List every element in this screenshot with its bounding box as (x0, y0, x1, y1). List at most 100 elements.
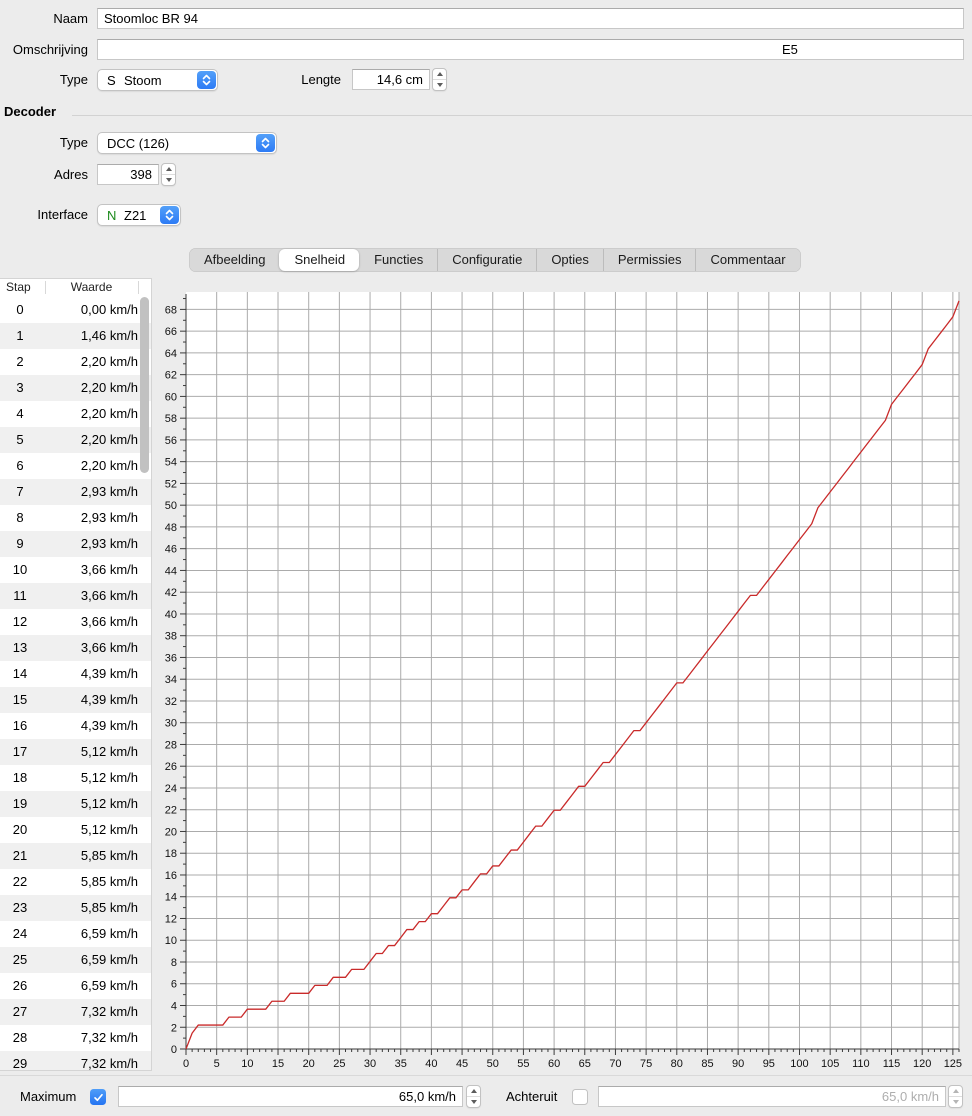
stepper-down-icon[interactable] (467, 1096, 480, 1107)
lengte-field[interactable]: 14,6 cm (352, 69, 430, 90)
interface-dropdown[interactable]: N Z21 (97, 204, 181, 226)
cell-stap: 20 (0, 817, 40, 843)
header-divider (138, 281, 139, 294)
cell-waarde: 5,85 km/h (40, 843, 138, 869)
table-row[interactable]: 82,93 km/h (0, 505, 151, 531)
table-row[interactable]: 72,93 km/h (0, 479, 151, 505)
table-row[interactable]: 277,32 km/h (0, 999, 151, 1025)
svg-text:46: 46 (165, 544, 177, 556)
table-row[interactable]: 11,46 km/h (0, 323, 151, 349)
tab-snelheid[interactable]: Snelheid (279, 249, 359, 271)
table-row[interactable]: 195,12 km/h (0, 791, 151, 817)
table-row[interactable]: 00,00 km/h (0, 297, 151, 323)
stepper-down-icon[interactable] (433, 79, 446, 90)
dropdown-chevrons-icon (256, 134, 275, 152)
naam-field[interactable]: Stoomloc BR 94 (97, 8, 964, 29)
table-row[interactable]: 175,12 km/h (0, 739, 151, 765)
svg-text:110: 110 (852, 1058, 870, 1070)
type-dropdown[interactable]: S Stoom (97, 69, 218, 91)
stepper-down-icon[interactable] (162, 174, 175, 185)
cell-waarde: 1,46 km/h (40, 323, 138, 349)
tab-afbeelding[interactable]: Afbeelding (190, 249, 279, 271)
table-row[interactable]: 215,85 km/h (0, 843, 151, 869)
tab-configuratie[interactable]: Configuratie (437, 249, 536, 271)
cell-waarde: 3,66 km/h (40, 583, 138, 609)
table-row[interactable]: 297,32 km/h (0, 1051, 151, 1071)
cell-stap: 12 (0, 609, 40, 635)
cell-stap: 7 (0, 479, 40, 505)
stepper-up-icon[interactable] (467, 1086, 480, 1096)
table-row[interactable]: 266,59 km/h (0, 973, 151, 999)
svg-text:26: 26 (165, 761, 177, 773)
column-header-waarde[interactable]: Waarde (45, 280, 138, 294)
stepper-up-icon[interactable] (162, 164, 175, 174)
table-scrollbar-thumb[interactable] (140, 297, 149, 473)
svg-text:12: 12 (165, 913, 177, 925)
adres-stepper[interactable] (161, 163, 176, 186)
table-row[interactable]: 62,20 km/h (0, 453, 151, 479)
cell-waarde: 5,12 km/h (40, 817, 138, 843)
cell-stap: 2 (0, 349, 40, 375)
stepper-down-icon[interactable] (949, 1096, 962, 1107)
type-label: Type (0, 69, 88, 91)
maximum-speed-stepper[interactable] (466, 1085, 481, 1108)
table-row[interactable]: 123,66 km/h (0, 609, 151, 635)
tab-commentaar[interactable]: Commentaar (695, 249, 799, 271)
chart-svg: 0510152025303540455055606570758085909510… (156, 284, 972, 1076)
table-row[interactable]: 185,12 km/h (0, 765, 151, 791)
table-row[interactable]: 113,66 km/h (0, 583, 151, 609)
cell-waarde: 3,66 km/h (40, 557, 138, 583)
cell-stap: 22 (0, 869, 40, 895)
svg-text:105: 105 (821, 1058, 839, 1070)
table-row[interactable]: 154,39 km/h (0, 687, 151, 713)
lengte-stepper[interactable] (432, 68, 447, 91)
decoder-section-divider (72, 115, 972, 116)
table-row[interactable]: 256,59 km/h (0, 947, 151, 973)
table-row[interactable]: 42,20 km/h (0, 401, 151, 427)
decoder-type-value: DCC (126) (107, 136, 169, 151)
table-row[interactable]: 32,20 km/h (0, 375, 151, 401)
table-row[interactable]: 246,59 km/h (0, 921, 151, 947)
table-row[interactable]: 144,39 km/h (0, 661, 151, 687)
cell-stap: 27 (0, 999, 40, 1025)
column-header-stap[interactable]: Stap (6, 280, 31, 294)
achteruit-speed-field[interactable]: 65,0 km/h (598, 1086, 946, 1107)
speed-curve-chart[interactable]: 0510152025303540455055606570758085909510… (156, 284, 972, 1076)
cell-waarde: 3,66 km/h (40, 609, 138, 635)
cell-waarde: 2,93 km/h (40, 531, 138, 557)
table-row[interactable]: 52,20 km/h (0, 427, 151, 453)
tab-opties[interactable]: Opties (536, 249, 603, 271)
stepper-up-icon[interactable] (433, 69, 446, 79)
tab-permissies[interactable]: Permissies (603, 249, 696, 271)
svg-text:10: 10 (165, 935, 177, 947)
type-code: S (107, 73, 124, 88)
cell-stap: 25 (0, 947, 40, 973)
naam-label: Naam (0, 8, 88, 30)
svg-text:64: 64 (165, 348, 177, 360)
svg-text:34: 34 (165, 674, 177, 686)
table-row[interactable]: 92,93 km/h (0, 531, 151, 557)
achteruit-speed-stepper[interactable] (948, 1085, 963, 1108)
tab-functies[interactable]: Functies (359, 249, 437, 271)
omschrijving-field[interactable]: E5 (97, 39, 964, 60)
table-row[interactable]: 22,20 km/h (0, 349, 151, 375)
cell-stap: 11 (0, 583, 40, 609)
maximum-checkbox[interactable] (90, 1089, 106, 1105)
adres-field[interactable]: 398 (97, 164, 159, 185)
table-row[interactable]: 205,12 km/h (0, 817, 151, 843)
maximum-speed-field[interactable]: 65,0 km/h (118, 1086, 463, 1107)
cell-waarde: 2,20 km/h (40, 375, 138, 401)
stepper-up-icon[interactable] (949, 1086, 962, 1096)
table-row[interactable]: 133,66 km/h (0, 635, 151, 661)
cell-stap: 24 (0, 921, 40, 947)
cell-waarde: 5,12 km/h (40, 791, 138, 817)
svg-text:65: 65 (579, 1058, 591, 1070)
table-row[interactable]: 235,85 km/h (0, 895, 151, 921)
table-row[interactable]: 103,66 km/h (0, 557, 151, 583)
table-row[interactable]: 225,85 km/h (0, 869, 151, 895)
table-row[interactable]: 287,32 km/h (0, 1025, 151, 1051)
table-row[interactable]: 164,39 km/h (0, 713, 151, 739)
achteruit-label: Achteruit (506, 1086, 557, 1108)
decoder-type-dropdown[interactable]: DCC (126) (97, 132, 277, 154)
achteruit-checkbox[interactable] (572, 1089, 588, 1105)
